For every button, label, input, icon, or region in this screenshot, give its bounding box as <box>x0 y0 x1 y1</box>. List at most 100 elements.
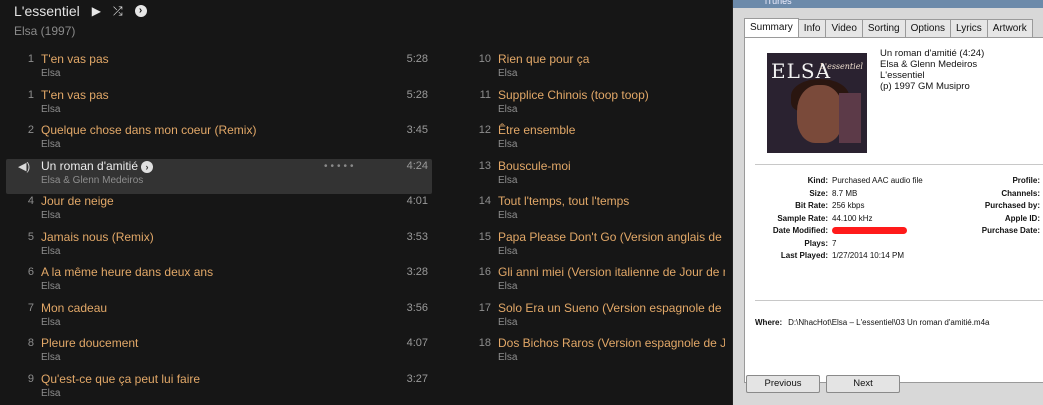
track-row[interactable]: 12 Être ensemble Elsa <box>463 123 725 159</box>
track-title: Tout l'temps, tout l'temps <box>498 194 630 208</box>
track-number: 8 <box>27 337 34 349</box>
meta-row: 256 kbps <box>832 200 932 213</box>
track-title: Bouscule-moi <box>498 158 571 173</box>
tab-sorting[interactable]: Sorting <box>861 19 906 37</box>
track-row[interactable]: 13 Bouscule-moi Elsa <box>463 159 725 195</box>
tab-options[interactable]: Options <box>904 19 952 37</box>
where-value: D:\NhacHot\Elsa – L'essentiel\03 Un roma… <box>788 318 990 327</box>
track-row[interactable]: 5 Jamais nous (Remix) Elsa 3:53 <box>6 230 432 266</box>
summary-line: L'essentiel <box>880 70 925 81</box>
track-title: Papa Please Don't Go (Version anglais de… <box>498 229 725 244</box>
track-artist: Elsa <box>41 68 61 79</box>
track-row[interactable]: 18 Dos Bichos Raros (Version espagnole de… <box>463 336 725 372</box>
where-row: Where: D:\NhacHot\Elsa – L'essentiel\03 U… <box>755 318 990 327</box>
meta-row: Bit Rate: <box>745 200 828 213</box>
album-header: L'essentiel ▶ ⤮ › <box>14 3 147 19</box>
track-number: 9 <box>27 372 34 385</box>
meta-value: 7 <box>832 238 837 248</box>
meta-key: Apple ID: <box>1004 213 1040 223</box>
meta-value: Purchased AAC audio file <box>832 176 923 185</box>
track-number: 1 <box>27 53 34 65</box>
summary-content: ELSA L'essentiel Un roman d'amitié (4:24… <box>744 37 1043 383</box>
tab-artwork[interactable]: Artwork <box>986 19 1033 37</box>
track-row[interactable]: 1 T'en vas pas Elsa 5:28 <box>6 88 432 124</box>
dialog-titlebar: iTunes <box>733 0 1043 8</box>
track-artist: Elsa <box>498 68 518 79</box>
track-artist: Elsa <box>41 245 61 257</box>
track-duration: 4:01 <box>406 195 428 207</box>
dialog-panel: Summary Info Video Sorting Options Lyrics Artw… <box>744 18 1043 383</box>
track-title: Être ensemble <box>498 123 576 137</box>
track-duration: 5:28 <box>406 53 428 65</box>
track-number: 14 <box>478 195 491 207</box>
meta-row: Profile: <box>942 175 1040 188</box>
track-number: 15 <box>478 230 491 243</box>
album-pane: L'essentiel ▶ ⤮ › Elsa (1997) 1 T'en vas … <box>0 0 732 405</box>
track-artist: Elsa <box>498 245 518 257</box>
meta-value: 256 kbps <box>832 201 865 210</box>
track-row[interactable]: 2 Quelque chose dans mon coeur (Remix) Els… <box>6 123 432 159</box>
tab-video[interactable]: Video <box>825 19 863 37</box>
meta-row: Date Modified: <box>745 225 828 238</box>
track-row[interactable]: ◀) Un roman d'amitié › ••••• Elsa & Glenn Me… <box>6 158 432 194</box>
tab-summary[interactable]: Summary <box>744 18 799 39</box>
tab-bar: Summary Info Video Sorting Options Lyrics Artw… <box>744 18 1043 39</box>
track-row[interactable]: 14 Tout l'temps, tout l'temps Elsa <box>463 194 725 230</box>
meta-row: 1/27/2014 10:14 PM <box>832 250 932 263</box>
where-label: Where: <box>755 318 783 327</box>
previous-button[interactable]: Previous <box>746 375 820 393</box>
shuffle-icon[interactable]: ⤮ <box>113 4 123 19</box>
meta-row: Sample Rate: <box>745 213 828 226</box>
track-row[interactable]: 9 Qu'est-ce que ça peut lui faire Elsa 3:27 <box>6 372 432 405</box>
track-artist: Elsa <box>498 352 518 363</box>
track-title: Un roman d'amitié <box>41 158 138 173</box>
separator <box>755 164 1043 165</box>
track-title: Pleure doucement <box>41 336 139 350</box>
artwork-thumbnails <box>839 93 861 143</box>
track-title: Supplice Chinois (toop toop) <box>498 87 649 102</box>
artwork-face <box>797 85 843 143</box>
meta-key: Channels: <box>1001 188 1040 198</box>
track-row[interactable]: 15 Papa Please Don't Go (Version anglais … <box>463 230 725 266</box>
next-button[interactable]: Next <box>826 375 900 393</box>
track-duration: 5:28 <box>406 88 428 101</box>
track-row[interactable]: 4 Jour de neige Elsa 4:01 <box>6 194 432 230</box>
track-row[interactable]: 16 Gli anni miei (Version italienne de Jo… <box>463 265 725 301</box>
track-number: 18 <box>478 337 491 349</box>
track-title: Dos Bichos Raros (Version espagnole de J… <box>498 336 725 350</box>
track-more-icon[interactable]: › <box>141 160 153 173</box>
track-row[interactable]: 7 Mon cadeau Elsa 3:56 <box>6 301 432 337</box>
track-duration: 3:27 <box>406 372 428 385</box>
track-row[interactable]: 1 T'en vas pas Elsa 5:28 <box>6 52 432 88</box>
track-number: 11 <box>479 88 491 101</box>
meta-value: 8.7 MB <box>832 188 858 198</box>
track-title: Mon cadeau <box>41 300 108 315</box>
info-dialog: iTunes Summary Info Video Sorting Options Lyr… <box>732 0 1043 405</box>
tab-lyrics[interactable]: Lyrics <box>950 19 988 37</box>
track-duration: 4:07 <box>406 337 428 349</box>
play-icon[interactable]: ▶ <box>92 4 101 18</box>
track-duration: 3:45 <box>406 124 428 136</box>
track-row[interactable]: 10 Rien que pour ça Elsa <box>463 52 725 88</box>
tab-info[interactable]: Info <box>797 19 827 37</box>
artwork-title: L'essentiel <box>819 62 863 71</box>
redaction-mark <box>832 227 907 234</box>
track-row[interactable]: 6 A la même heure dans deux ans Elsa 3:28 <box>6 265 432 301</box>
meta-key: Last Played: <box>780 251 828 260</box>
meta-key: Plays: <box>804 238 828 248</box>
track-number: 10 <box>478 53 491 65</box>
track-row[interactable]: 8 Pleure doucement Elsa 4:07 <box>6 336 432 372</box>
more-icon[interactable]: › <box>134 5 147 17</box>
track-title: Quelque chose dans mon coeur (Remix) <box>41 123 257 137</box>
track-row[interactable]: 17 Solo Era un Sueno (Version espagnole d… <box>463 301 725 337</box>
separator <box>755 300 1043 301</box>
meta-value: 1/27/2014 10:14 PM <box>832 251 905 260</box>
track-title: Gli anni miei (Version italienne de Jour… <box>498 265 725 279</box>
meta-key: Bit Rate: <box>795 201 828 210</box>
track-row[interactable]: 11 Supplice Chinois (toop toop) Elsa <box>463 88 725 124</box>
rating-dots[interactable]: ••••• <box>324 161 357 172</box>
meta-key: Kind: <box>807 176 828 185</box>
track-artist: Elsa <box>41 210 61 221</box>
meta-key: Size: <box>809 188 828 198</box>
track-artist: Elsa <box>498 210 518 221</box>
